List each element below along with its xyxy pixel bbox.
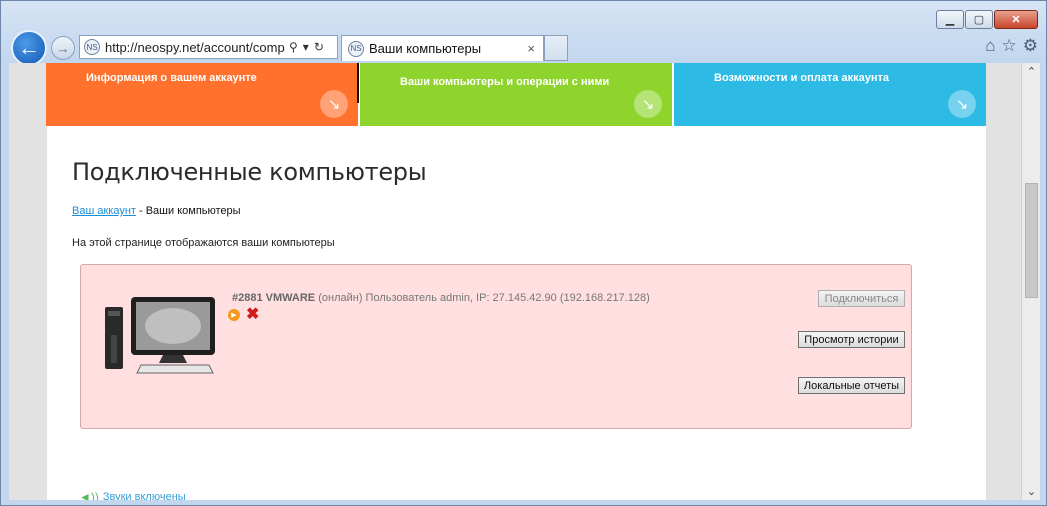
refresh-icon[interactable]: ↻ (314, 40, 324, 54)
home-icon[interactable]: ⌂ (985, 36, 995, 56)
computer-info: #2881 VMWARE (онлайн) Пользователь admin… (232, 292, 650, 304)
scroll-down-icon[interactable]: ⌄ (1022, 483, 1041, 500)
tab-active[interactable]: NS Ваши компьютеры × (341, 35, 544, 61)
page-viewport: Информация о вашем аккаунте ↘ Ваши компь… (9, 63, 1021, 500)
back-button[interactable]: ← (11, 30, 47, 66)
favorites-icon[interactable]: ☆ (1002, 36, 1017, 56)
arrow-down-right-icon: ↘ (320, 90, 348, 118)
computer-icon (105, 297, 215, 374)
tile-label: Возможности и оплата аккаунта (714, 72, 889, 84)
breadcrumb: Ваш аккаунт - Ваши компьютеры (72, 205, 241, 217)
view-history-button[interactable]: Просмотр истории (798, 331, 905, 348)
scroll-up-icon[interactable]: ⌃ (1022, 63, 1041, 80)
address-url[interactable]: http://neospy.net/account/comp (105, 40, 285, 55)
minimize-icon[interactable]: ▁ (936, 10, 964, 29)
dropdown-icon[interactable]: ▾ (303, 40, 309, 54)
computer-details: (онлайн) Пользователь admin, IP: 27.145.… (315, 292, 650, 304)
arrow-down-right-icon: ↘ (948, 90, 976, 118)
tab-close-icon[interactable]: × (527, 41, 535, 56)
page-description: На этой странице отображаются ваши компь… (72, 237, 335, 249)
close-icon[interactable]: ✕ (994, 10, 1038, 29)
new-tab-button[interactable] (544, 35, 568, 61)
computer-card: #2881 VMWARE (онлайн) Пользователь admin… (80, 264, 912, 429)
sounds-label: Звуки включены (102, 491, 186, 500)
tile-computers[interactable]: Ваши компьютеры и операции с ними ↘ (360, 63, 672, 126)
computer-actions: ▶ ✖ (228, 307, 259, 323)
arrow-down-right-icon: ↘ (634, 90, 662, 118)
computer-id-name: #2881 VMWARE (232, 292, 316, 304)
connect-button[interactable]: Подключиться (818, 290, 905, 307)
browser-toolbar: ⌂ ☆ ⚙ (985, 36, 1038, 56)
tile-payment[interactable]: Возможности и оплата аккаунта ↘ (674, 63, 986, 126)
settings-icon[interactable]: ⚙ (1023, 36, 1038, 56)
page-title: Подключенные компьютеры (72, 158, 427, 186)
tile-account-info[interactable]: Информация о вашем аккаунте ↘ (46, 63, 358, 126)
delete-icon[interactable]: ✖ (246, 307, 259, 323)
tile-label: Информация о вашем аккаунте (86, 72, 257, 84)
sounds-toggle[interactable]: ◄)) Звуки включены (79, 490, 186, 500)
tile-label: Ваши компьютеры и операции с ними (400, 76, 610, 88)
maximize-icon[interactable]: ▢ (965, 10, 993, 29)
window-controls: ▁ ▢ ✕ (936, 10, 1038, 29)
tab-title: Ваши компьютеры (369, 41, 482, 56)
scrollbar-thumb[interactable] (1025, 183, 1038, 298)
breadcrumb-current: Ваши компьютеры (145, 205, 241, 217)
play-icon[interactable]: ▶ (228, 309, 240, 321)
browser-window: ▁ ▢ ✕ ← → NS http://neospy.net/account/c… (0, 0, 1047, 506)
ns-logo-icon: NS (348, 40, 364, 57)
ns-logo-icon: NS (84, 39, 100, 55)
vertical-scrollbar[interactable]: ⌃ ⌄ (1021, 63, 1040, 500)
breadcrumb-separator: - (135, 205, 146, 217)
address-bar[interactable]: NS http://neospy.net/account/comp ⚲ ▾ ↻ (79, 35, 338, 59)
sound-icon: ◄)) (79, 490, 99, 500)
breadcrumb-link-account[interactable]: Ваш аккаунт (72, 205, 136, 217)
search-icon[interactable]: ⚲ (289, 40, 298, 54)
local-reports-button[interactable]: Локальные отчеты (798, 377, 905, 394)
forward-button[interactable]: → (51, 36, 75, 60)
